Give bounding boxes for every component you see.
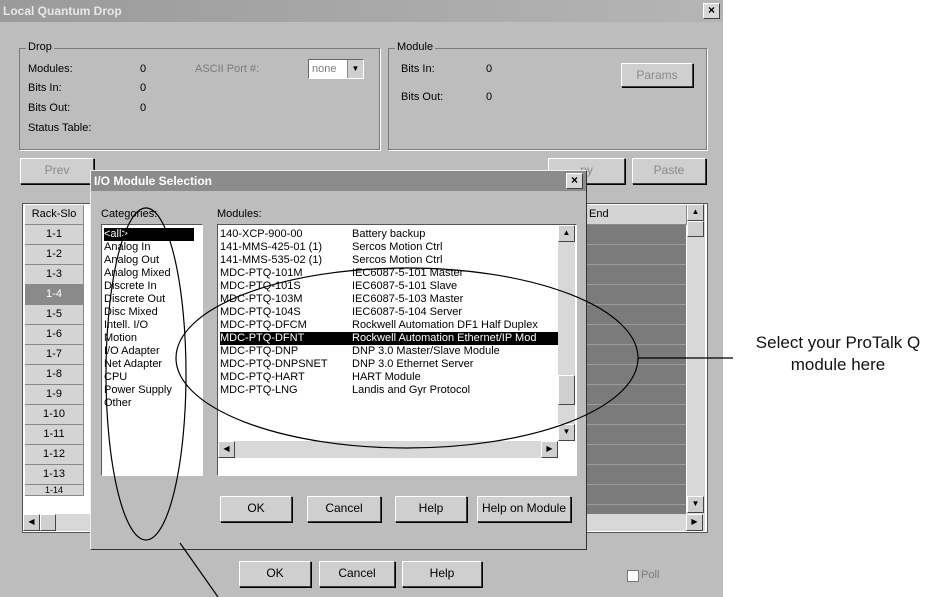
category-pointer-line — [179, 542, 219, 597]
annotation-line-1: Select your ProTalk Q — [755, 333, 921, 352]
module-highlight-ellipse — [175, 267, 639, 449]
annotation-line-2: module here — [790, 355, 886, 374]
annotation-text: Select your ProTalk Q module here — [733, 332, 943, 376]
annotation-overlay — [105, 207, 733, 597]
category-highlight-ellipse — [105, 207, 187, 541]
